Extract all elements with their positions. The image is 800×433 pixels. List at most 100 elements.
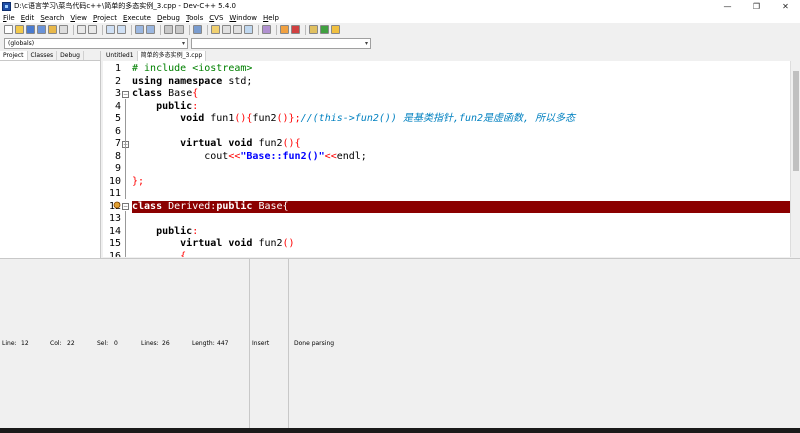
status-bar: Line: 12 Col: 22 Sel: 0 Lines: 26 Length… <box>0 340 800 350</box>
menu-project[interactable]: Project <box>93 14 117 22</box>
scrollbar-thumb[interactable] <box>793 71 799 171</box>
line-number: 11 <box>108 188 121 199</box>
unindent-icon[interactable] <box>175 25 184 34</box>
line-number: 7 <box>114 138 121 149</box>
status-lines-value: 26 <box>162 340 170 347</box>
editor-tabs: Untitled1 简单的多态实例_3.cpp <box>103 51 800 61</box>
line-number: 8 <box>114 150 121 162</box>
toolbar-separator <box>258 24 259 35</box>
print-icon[interactable] <box>59 25 68 34</box>
status-length-label: Length: <box>192 340 215 347</box>
code-line-8: cout<<"Base::fun2()"<<endl; <box>132 150 367 162</box>
goto-line-icon[interactable] <box>135 25 144 34</box>
window-title: D:\c语言学习\菜鸟代码c++\简单的多态实例_3.cpp - Dev-C++… <box>14 2 236 10</box>
globals-combo[interactable]: (globals) ▾ <box>4 38 188 49</box>
status-line-label: Line: <box>2 340 17 347</box>
status-length-value: 447 <box>217 340 229 347</box>
scope-bar: (globals) ▾ ▾ <box>0 37 800 50</box>
line-number: 14 <box>108 225 121 237</box>
code-line-4: public: <box>132 100 199 112</box>
fold-line <box>125 211 126 257</box>
fold-icon[interactable]: − <box>122 91 129 98</box>
project-remove-icon[interactable] <box>331 25 340 34</box>
line-number: 3 <box>114 88 121 99</box>
close-button[interactable]: ✕ <box>771 0 800 12</box>
editor-vertical-scrollbar[interactable] <box>790 61 800 257</box>
tab-classes[interactable]: Classes <box>28 51 58 60</box>
line-number: 6 <box>114 125 121 137</box>
line-number: 16 <box>108 250 121 258</box>
status-message: Done parsing <box>294 340 335 347</box>
project-add-icon[interactable] <box>320 25 329 34</box>
code-line-14: public: <box>132 225 199 237</box>
replace-icon[interactable] <box>117 25 126 34</box>
menu-window[interactable]: Window <box>229 14 257 22</box>
maximize-button[interactable]: ❐ <box>742 0 771 12</box>
line-number: 1 <box>114 63 121 74</box>
toolbar <box>0 23 800 36</box>
minimize-button[interactable]: — <box>713 0 742 12</box>
globals-combo-value: (globals) <box>8 40 35 47</box>
fold-icon[interactable]: − <box>122 203 129 210</box>
compile-icon[interactable] <box>211 25 220 34</box>
editor-tab-current-file[interactable]: 简单的多态实例_3.cpp <box>137 51 207 61</box>
toolbar-separator <box>131 24 132 35</box>
code-line-12-highlighted: class Derived:public Base{ <box>132 200 790 213</box>
menu-execute[interactable]: Execute <box>123 14 151 22</box>
bookmark-icon <box>113 201 121 209</box>
menu-edit[interactable]: Edit <box>21 14 35 22</box>
menu-file[interactable]: File <box>3 14 15 22</box>
status-sel-label: Sel: <box>97 340 109 347</box>
new-file-icon[interactable] <box>4 25 13 34</box>
redo-icon[interactable] <box>88 25 97 34</box>
indent-icon[interactable] <box>164 25 173 34</box>
debug-icon[interactable] <box>291 25 300 34</box>
save-all-icon[interactable] <box>37 25 46 34</box>
menu-search[interactable]: Search <box>40 14 64 22</box>
taskbar <box>0 428 800 433</box>
status-lines-label: Lines: <box>141 340 159 347</box>
status-col-label: Col: <box>50 340 62 347</box>
members-combo[interactable]: ▾ <box>191 38 371 49</box>
toolbar-separator <box>160 24 161 35</box>
line-number: 9 <box>114 163 121 174</box>
code-line-15: virtual void fun2() <box>132 238 295 249</box>
chevron-down-icon: ▾ <box>364 40 368 47</box>
menu-help[interactable]: Help <box>263 14 279 22</box>
tab-debug[interactable]: Debug <box>57 51 84 60</box>
save-icon[interactable] <box>26 25 35 34</box>
menu-view[interactable]: View <box>70 14 87 22</box>
close-file-icon[interactable] <box>48 25 57 34</box>
menu-tools[interactable]: Tools <box>186 14 203 22</box>
open-file-icon[interactable] <box>15 25 24 34</box>
bookmark-icon[interactable] <box>193 25 202 34</box>
check-syntax-icon[interactable] <box>262 25 271 34</box>
tab-project[interactable]: Project <box>0 51 28 60</box>
code-line-10: }; <box>132 175 145 187</box>
toolbar-separator <box>102 24 103 35</box>
status-line-value: 12 <box>21 340 29 347</box>
devcpp-app-icon <box>2 1 11 11</box>
undo-icon[interactable] <box>77 25 86 34</box>
left-panel: Project Classes Debug <box>0 51 101 258</box>
toolbar-separator <box>189 24 190 35</box>
code-editor[interactable]: 1 2 3 4 5 6 7 8 9 10 11 12 13 14 15 16 −… <box>103 61 800 257</box>
menu-debug[interactable]: Debug <box>157 14 180 22</box>
chart-icon[interactable] <box>280 25 289 34</box>
view-icon[interactable] <box>146 25 155 34</box>
compile-run-icon[interactable] <box>233 25 242 34</box>
code-area[interactable]: # include <iostream> using namespace std… <box>132 61 790 257</box>
rebuild-icon[interactable] <box>244 25 253 34</box>
find-icon[interactable] <box>106 25 115 34</box>
line-number: 2 <box>114 75 121 87</box>
fold-line <box>125 99 126 199</box>
status-mode: Insert <box>252 340 270 347</box>
toolbar-separator <box>276 24 277 35</box>
menu-cvs[interactable]: CVS <box>209 14 223 22</box>
run-icon[interactable] <box>222 25 231 34</box>
editor-tab-untitled1[interactable]: Untitled1 <box>103 51 138 61</box>
project-new-icon[interactable] <box>309 25 318 34</box>
window-controls: — ❐ ✕ <box>713 0 800 12</box>
toolbar-separator <box>305 24 306 35</box>
